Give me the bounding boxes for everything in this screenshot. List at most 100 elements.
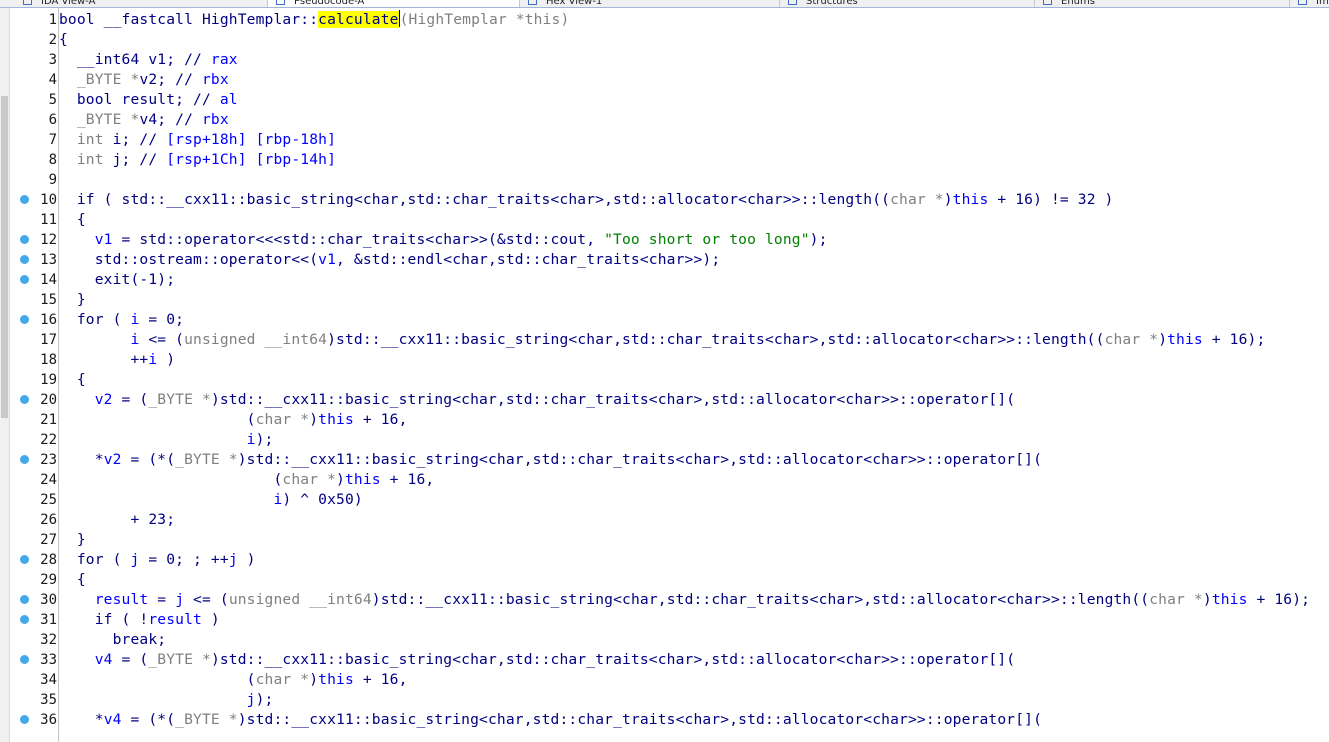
code-line[interactable]: 28 for ( j = 0; ; ++j )	[0, 550, 1329, 570]
tab-structures[interactable]: Structures	[780, 0, 1035, 7]
code-token: }	[59, 291, 86, 308]
code-token: )std::__cxx11::basic_string<char,std::ch…	[210, 651, 1016, 668]
code-text: _BYTE *v4; // rbx	[59, 110, 229, 130]
code-token: j	[228, 551, 238, 568]
code-token: ) ^ 0x50)	[282, 491, 363, 508]
code-line[interactable]: 22 i);	[0, 430, 1329, 450]
line-number: 32	[40, 632, 57, 648]
code-text: ++i )	[59, 350, 175, 370]
code-line[interactable]: 34 (char *)this + 16,	[0, 670, 1329, 690]
code-line[interactable]: 30 result = j <= (unsigned __int64)std::…	[0, 590, 1329, 610]
code-token: =	[148, 591, 176, 608]
line-number: 35	[40, 692, 57, 708]
code-token: v2; //	[139, 71, 202, 88]
code-token: v4; //	[139, 111, 202, 128]
code-line[interactable]: 14 exit(-1);	[0, 270, 1329, 290]
code-text: v2 = (_BYTE *)std::__cxx11::basic_string…	[59, 390, 1015, 410]
code-token: std::ostream::operator<<(	[59, 251, 319, 268]
code-token: _BYTE *	[59, 111, 140, 128]
code-token: (	[59, 671, 256, 688]
code-line[interactable]: 32 break;	[0, 630, 1329, 650]
code-line[interactable]: 2{	[0, 30, 1329, 50]
code-line[interactable]: 20 v2 = (_BYTE *)std::__cxx11::basic_str…	[0, 390, 1329, 410]
tab-bar: IDA View-A Pseudocode-A Hex View-1 Structur…	[0, 0, 1329, 8]
code-text: j);	[59, 690, 274, 710]
code-token: )std::__cxx11::basic_string<char,std::ch…	[237, 711, 1043, 728]
line-number: 36	[40, 712, 57, 728]
code-text: break;	[59, 630, 166, 650]
code-text: *v4 = (*(_BYTE *)std::__cxx11::basic_str…	[59, 710, 1042, 730]
code-line[interactable]: 4 _BYTE *v2; // rbx	[0, 70, 1329, 90]
code-line[interactable]: 7 int i; // [rsp+18h] [rbp-18h]	[0, 130, 1329, 150]
code-token: for (	[59, 551, 131, 568]
code-line[interactable]: 26 + 23;	[0, 510, 1329, 530]
code-token: _BYTE *	[148, 391, 211, 408]
code-line[interactable]: 19 {	[0, 370, 1329, 390]
code-line[interactable]: 31 if ( !result )	[0, 610, 1329, 630]
code-token: )	[309, 411, 319, 428]
code-token: rbx	[202, 111, 229, 128]
code-line[interactable]: 6 _BYTE *v4; // rbx	[0, 110, 1329, 130]
tab-hex-view-1[interactable]: Hex View-1	[520, 0, 780, 7]
code-line[interactable]: 15 }	[0, 290, 1329, 310]
code-text: i <= (unsigned __int64)std::__cxx11::bas…	[59, 330, 1266, 350]
code-token: )	[336, 471, 345, 488]
code-line[interactable]: 1 bool __fastcall HighTemplar::calculate(…	[0, 10, 1329, 30]
code-token: j; //	[112, 151, 167, 168]
code-line[interactable]: 11 {	[0, 210, 1329, 230]
code-line[interactable]: 24 (char *)this + 16,	[0, 470, 1329, 490]
code-line[interactable]: 16 for ( i = 0;	[0, 310, 1329, 330]
code-token: break;	[59, 631, 167, 648]
code-token: bool __fastcall HighTemplar::	[59, 11, 319, 28]
line-number: 31	[40, 612, 57, 628]
code-token: }	[59, 531, 86, 548]
line-number: 34	[40, 672, 57, 688]
code-line[interactable]: 10 if ( std::__cxx11::basic_string<char,…	[0, 190, 1329, 210]
code-token: al	[219, 91, 238, 108]
code-token: v2	[103, 451, 122, 468]
code-token: this	[1211, 591, 1248, 608]
tab-label: Hex View-1	[546, 0, 603, 7]
code-line[interactable]: 8 int j; // [rsp+1Ch] [rbp-14h]	[0, 150, 1329, 170]
code-line[interactable]: 13 std::ostream::operator<<(v1, &std::en…	[0, 250, 1329, 270]
line-number: 26	[40, 512, 57, 528]
code-line[interactable]: 21 (char *)this + 16,	[0, 410, 1329, 430]
tab-view-icon	[1298, 0, 1307, 5]
tab-enums[interactable]: Enums	[1035, 0, 1290, 7]
code-line[interactable]: 3 __int64 v1; // rax	[0, 50, 1329, 70]
code-line[interactable]: 33 v4 = (_BYTE *)std::__cxx11::basic_str…	[0, 650, 1329, 670]
code-token: this	[318, 411, 354, 428]
code-line[interactable]: 12 v1 = std::operator<<<std::char_traits…	[0, 230, 1329, 250]
code-token: (	[59, 471, 283, 488]
code-line[interactable]: 35 j);	[0, 690, 1329, 710]
code-line[interactable]: 23 *v2 = (*(_BYTE *)std::__cxx11::basic_…	[0, 450, 1329, 470]
code-token: unsigned __int64	[228, 591, 372, 608]
tab-label: Structures	[806, 0, 858, 7]
code-line[interactable]: 36 *v4 = (*(_BYTE *)std::__cxx11::basic_…	[0, 710, 1329, 730]
code-token: char *	[282, 471, 337, 488]
code-line[interactable]: 29 {	[0, 570, 1329, 590]
line-number: 28	[40, 552, 57, 568]
code-token: (HighTemplar *this)	[399, 11, 570, 28]
pseudocode-view[interactable]: 1 bool __fastcall HighTemplar::calculate(…	[0, 10, 1329, 730]
code-line[interactable]: 25 i) ^ 0x50)	[0, 490, 1329, 510]
code-token: result	[94, 591, 149, 608]
tab-view-icon	[1043, 0, 1052, 5]
tab-label: Enums	[1061, 0, 1095, 7]
code-token: this	[318, 671, 354, 688]
tab-imports[interactable]: Imports	[1290, 0, 1329, 7]
code-text: }	[59, 290, 86, 310]
code-line[interactable]: 9	[0, 170, 1329, 190]
code-token: {	[59, 31, 68, 48]
code-line[interactable]: 18 ++i )	[0, 350, 1329, 370]
line-number: 25	[40, 492, 57, 508]
code-token: )	[309, 671, 319, 688]
code-line[interactable]: 17 i <= (unsigned __int64)std::__cxx11::…	[0, 330, 1329, 350]
code-token: i; //	[112, 131, 167, 148]
line-number: 23	[40, 452, 57, 468]
code-line[interactable]: 27 }	[0, 530, 1329, 550]
code-line[interactable]: 5 bool result; // al	[0, 90, 1329, 110]
code-text: (char *)this + 16,	[59, 410, 408, 430]
tab-ida-view-a[interactable]: IDA View-A	[15, 0, 268, 7]
tab-pseudocode-a[interactable]: Pseudocode-A	[268, 0, 520, 7]
